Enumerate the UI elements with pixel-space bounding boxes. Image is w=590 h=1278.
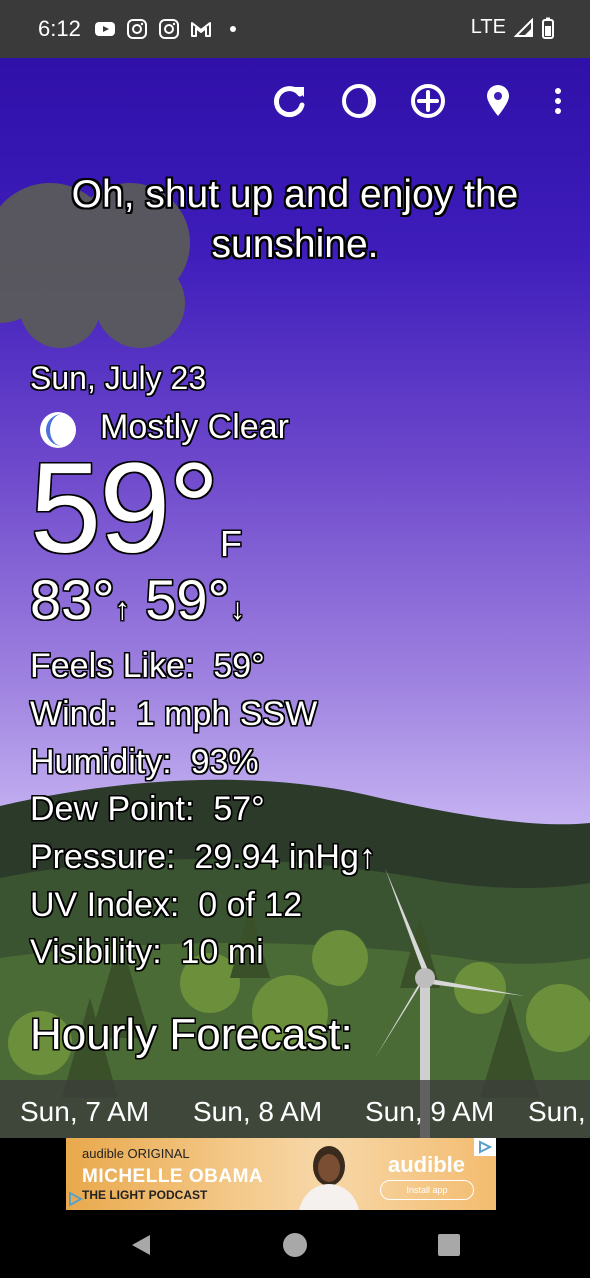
ad-person-image (299, 1146, 359, 1210)
detail-visibility: Visibility: 10 mi (30, 933, 264, 971)
ad-line-1: audible ORIGINAL (82, 1146, 190, 1161)
detail-wind: Wind: 1 mph SSW (30, 695, 318, 733)
high-low: 83°↑ 59°↓ (30, 568, 245, 642)
navigation-bar (0, 1210, 590, 1278)
network-type: LTE (470, 16, 506, 38)
detail-uv-index: UV Index: 0 of 12 (30, 886, 303, 924)
hourly-forecast-strip[interactable]: Sun, 7 AM Sun, 8 AM Sun, 9 AM Sun, (0, 1080, 590, 1138)
current-date: Sun, July 23 (30, 360, 207, 396)
ad-brand: audible (388, 1152, 466, 1177)
recents-icon[interactable] (434, 1230, 464, 1260)
hourly-item[interactable]: Sun, 7 AM (20, 1096, 149, 1128)
refresh-icon[interactable] (266, 78, 312, 124)
low-temp: 59° (145, 568, 230, 631)
youtube-icon (95, 22, 115, 36)
high-arrow: ↑ (114, 593, 130, 626)
ad-banner[interactable]: audible ORIGINAL MICHELLE OBAMA THE LIGH… (66, 1138, 496, 1210)
battery-icon (542, 17, 554, 39)
signal-icon (514, 17, 533, 37)
ad-line-2: MICHELLE OBAMA (82, 1166, 264, 1187)
detail-feels-like: Feels Like: 59° (30, 647, 265, 685)
weather-quote: Oh, shut up and enjoy the sunshine. (71, 173, 519, 266)
gmail-icon (191, 22, 211, 37)
location-pin-icon[interactable] (475, 78, 521, 124)
detail-pressure: Pressure: 29.94 inHg↑ (30, 838, 376, 876)
current-temperature: 59° (30, 437, 220, 580)
instagram-icon (159, 19, 179, 39)
overflow-menu-icon[interactable] (535, 78, 581, 124)
hourly-item[interactable]: Sun, 9 AM (365, 1096, 494, 1128)
weather-scene: Oh, shut up and enjoy the sunshine. Sun,… (0, 58, 590, 1138)
hourly-forecast-title: Hourly Forecast: (30, 1010, 353, 1059)
low-arrow: ↓ (229, 593, 245, 626)
hourly-item[interactable]: Sun, 8 AM (193, 1096, 322, 1128)
status-time: 6:12 (38, 16, 81, 41)
add-location-icon[interactable] (405, 78, 451, 124)
hourly-item[interactable]: Sun, (528, 1096, 586, 1128)
detail-dew-point: Dew Point: 57° (30, 790, 265, 828)
status-bar: 6:12 LTE (0, 0, 590, 58)
back-icon[interactable] (126, 1230, 156, 1260)
theme-icon[interactable] (336, 78, 382, 124)
dot-icon (230, 26, 236, 32)
instagram-icon (127, 19, 147, 39)
ad-info-icon[interactable] (474, 1138, 496, 1156)
ad-install-button[interactable]: Install app (380, 1180, 474, 1200)
high-temp: 83° (30, 568, 115, 631)
home-icon[interactable] (280, 1230, 310, 1260)
toolbar (0, 78, 590, 124)
ad-choices-icon[interactable] (66, 1190, 84, 1208)
detail-humidity: Humidity: 93% (30, 743, 259, 781)
ad-line-3: THE LIGHT PODCAST (82, 1188, 208, 1202)
temperature-unit: F (220, 523, 242, 564)
